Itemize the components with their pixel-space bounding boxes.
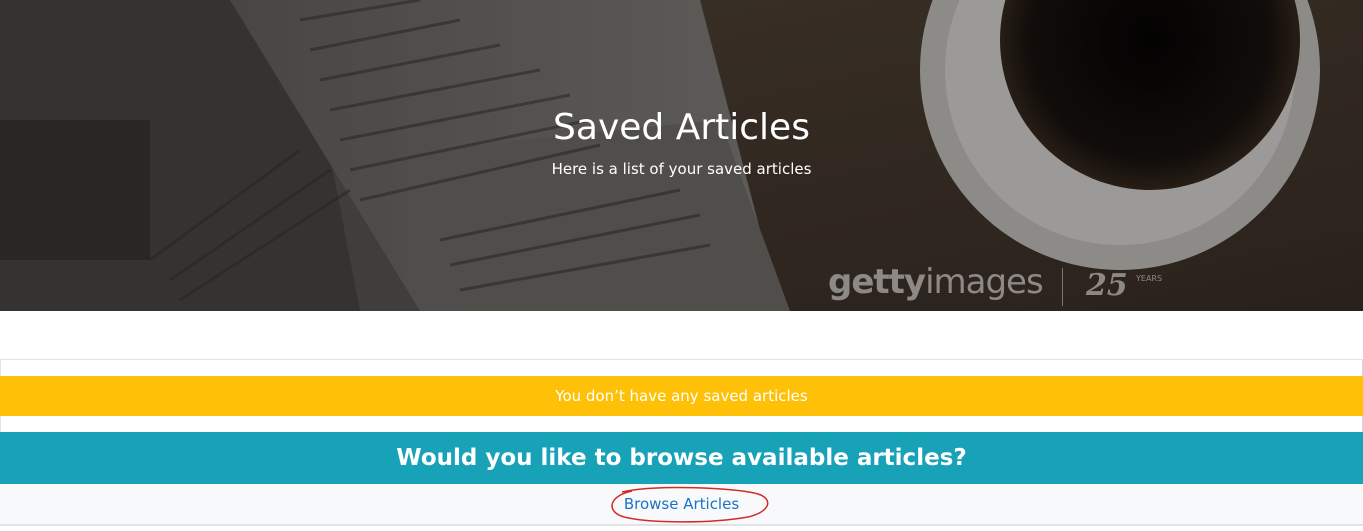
watermark-anniversary: 25 xyxy=(1086,268,1128,303)
hero-banner: gettyimages 25 YEARS Saved Articles Here… xyxy=(0,0,1363,311)
watermark-divider xyxy=(1062,268,1063,306)
browse-prompt-text: Would you like to browse available artic… xyxy=(396,445,967,471)
browse-prompt-banner: Would you like to browse available artic… xyxy=(0,432,1363,484)
alert-text: You don’t have any saved articles xyxy=(555,387,808,405)
red-annotation-circle xyxy=(611,486,769,523)
page-title: Saved Articles xyxy=(553,107,810,148)
hero-text: Saved Articles Here is a list of your sa… xyxy=(0,104,1363,178)
page-subtitle: Here is a list of your saved articles xyxy=(551,160,812,178)
watermark-years: YEARS xyxy=(1136,274,1163,283)
watermark-brand-suffix: images xyxy=(925,262,1044,302)
getty-watermark: gettyimages xyxy=(828,262,1044,302)
no-saved-articles-alert: You don’t have any saved articles xyxy=(0,376,1363,416)
watermark-brand: getty xyxy=(828,262,926,302)
